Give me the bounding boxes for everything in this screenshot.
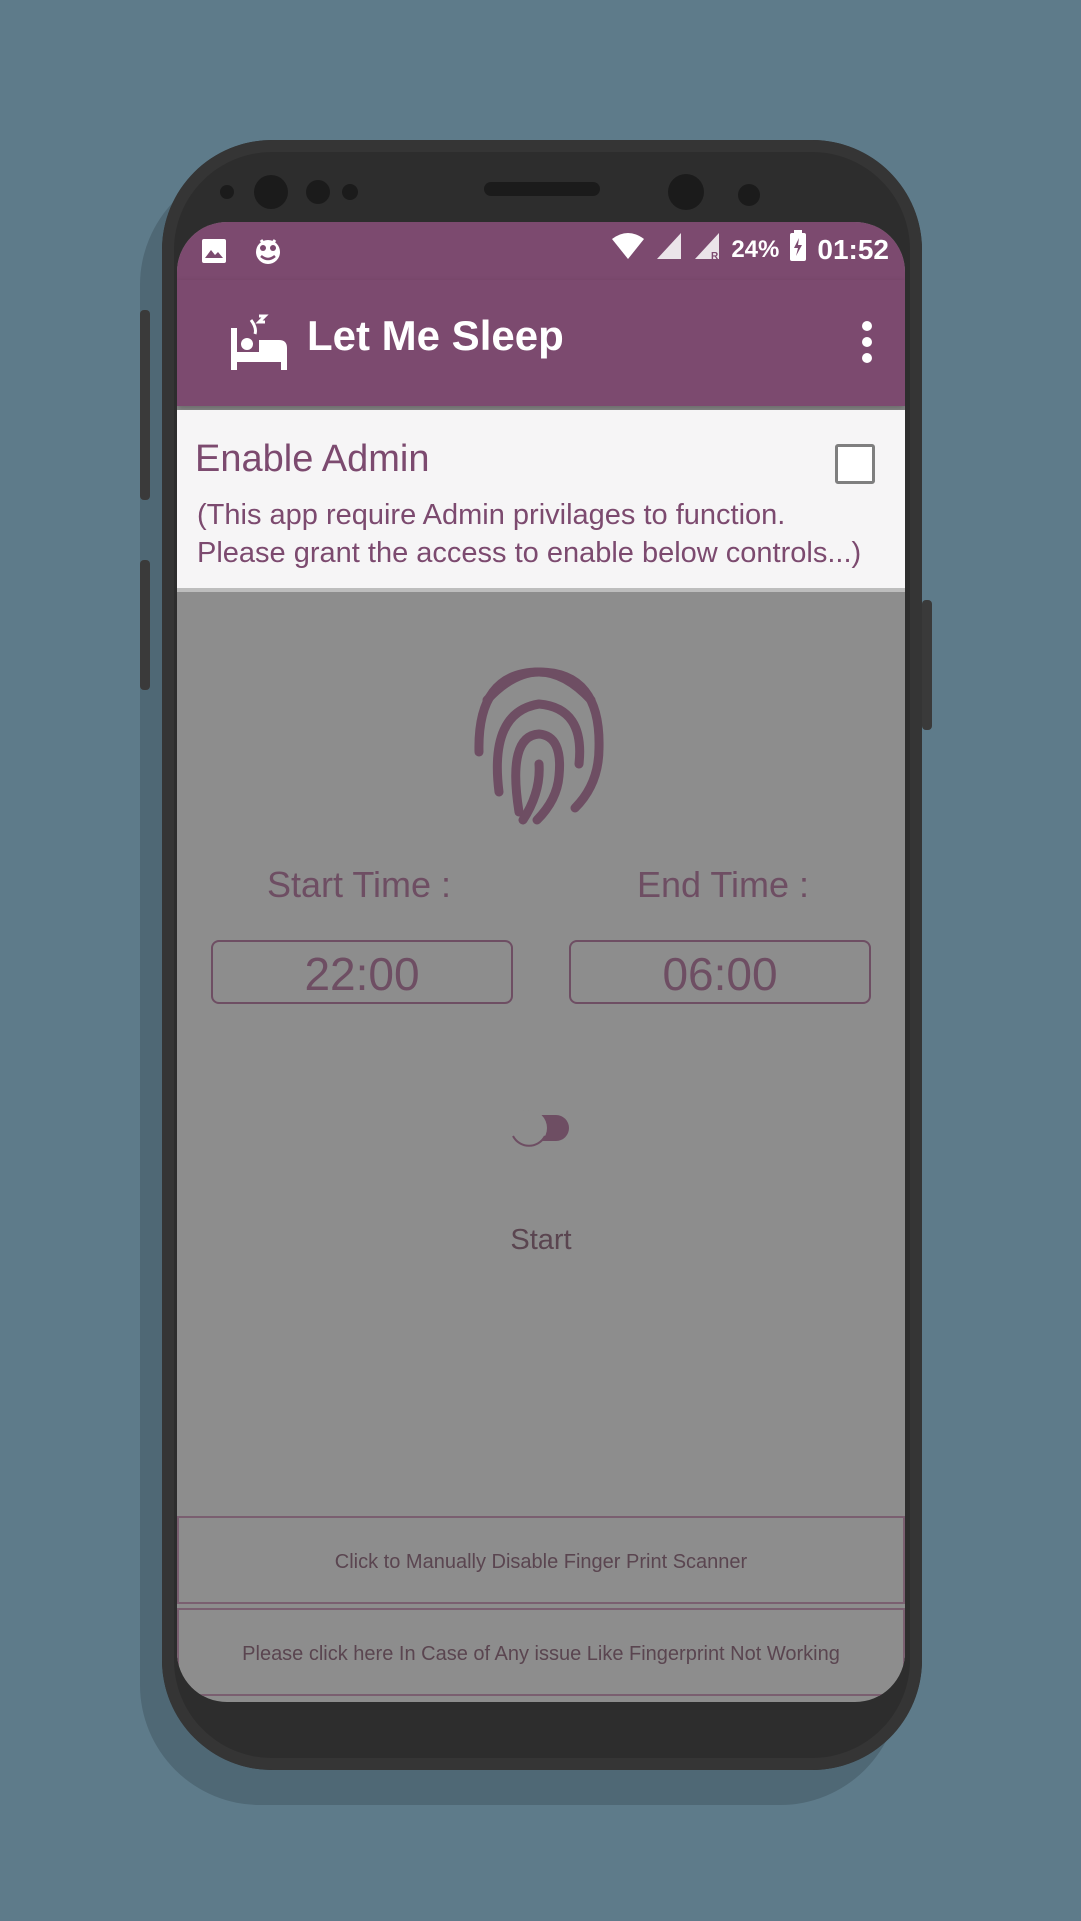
image-icon bbox=[201, 238, 227, 269]
earpiece-speaker bbox=[484, 182, 600, 196]
end-time-label: End Time : bbox=[636, 864, 810, 905]
top-bezel bbox=[162, 140, 922, 230]
debug-icon bbox=[253, 234, 283, 273]
signal-icon bbox=[655, 231, 683, 268]
app-screen: R 24% 01:52 Let Me Sleep Enable Admin (T… bbox=[177, 222, 905, 1702]
front-camera-icon bbox=[254, 175, 288, 209]
enable-admin-card: Enable Admin (This app require Admin pri… bbox=[177, 410, 905, 592]
signal-r-icon: R bbox=[693, 231, 721, 268]
power-button bbox=[922, 600, 932, 730]
status-bar: R 24% 01:52 bbox=[177, 222, 905, 280]
battery-percent: 24% bbox=[731, 235, 780, 263]
battery-charging-icon bbox=[789, 230, 807, 269]
start-time-field[interactable]: 22:00 bbox=[211, 940, 513, 1004]
start-toggle-switch[interactable] bbox=[507, 1102, 573, 1157]
start-time-label: Start Time : bbox=[266, 864, 452, 905]
iris-camera-icon bbox=[668, 174, 704, 210]
svg-text:R: R bbox=[711, 251, 719, 261]
sensor-icon bbox=[306, 180, 330, 204]
disable-scanner-button[interactable]: Click to Manually Disable Finger Print S… bbox=[177, 1516, 905, 1604]
app-title: Let Me Sleep bbox=[307, 312, 564, 359]
report-issue-button[interactable]: Please click here In Case of Any issue L… bbox=[177, 1608, 905, 1696]
sensor-icon bbox=[220, 185, 234, 199]
app-bar: Let Me Sleep bbox=[177, 280, 905, 406]
overflow-menu-icon[interactable] bbox=[861, 320, 873, 369]
sensor-icon bbox=[342, 184, 358, 200]
end-time-field[interactable]: 06:00 bbox=[569, 940, 871, 1004]
start-label: Start bbox=[510, 1224, 572, 1256]
enable-admin-checkbox[interactable] bbox=[835, 444, 875, 484]
volume-button bbox=[140, 310, 150, 500]
enable-admin-title: Enable Admin bbox=[195, 438, 430, 480]
wifi-icon bbox=[611, 231, 645, 268]
sensor-icon bbox=[738, 184, 760, 206]
fingerprint-icon bbox=[467, 652, 611, 833]
clock: 01:52 bbox=[817, 233, 889, 265]
bixby-button bbox=[140, 560, 150, 690]
sleep-bed-icon bbox=[229, 314, 289, 377]
enable-admin-description: (This app require Admin privilages to fu… bbox=[197, 499, 862, 569]
